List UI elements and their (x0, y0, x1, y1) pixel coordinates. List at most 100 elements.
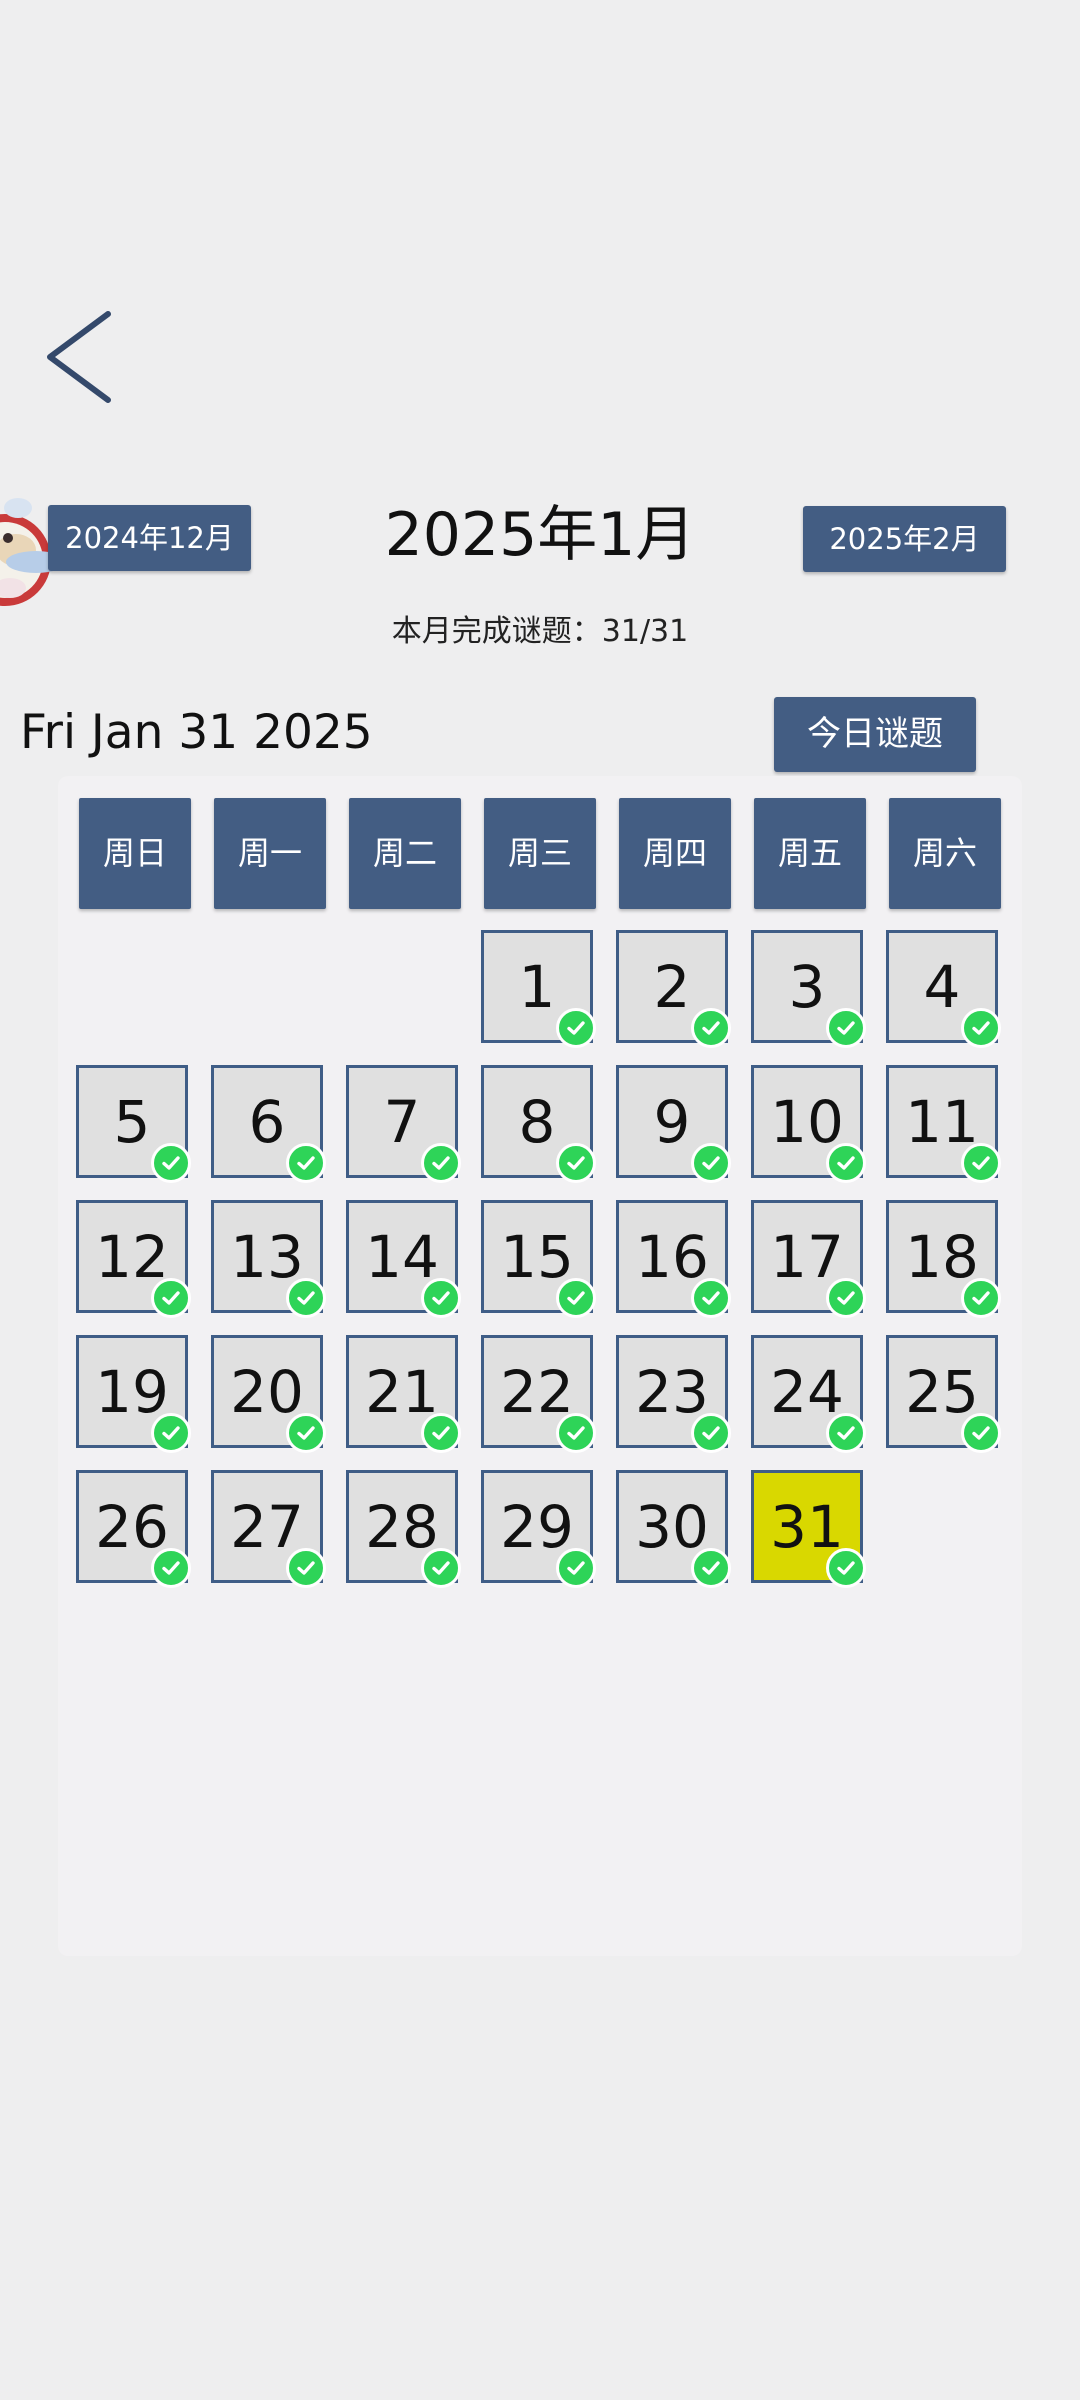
check-circle-icon (286, 1278, 326, 1318)
calendar-day-cell[interactable]: 20 (211, 1335, 326, 1453)
calendar-day-cell[interactable]: 15 (481, 1200, 596, 1318)
day-number: 28 (365, 1492, 439, 1561)
day-number: 22 (500, 1357, 574, 1426)
check-circle-icon (556, 1548, 596, 1588)
day-number: 20 (230, 1357, 304, 1426)
weekday-header-thu: 周四 (619, 798, 731, 909)
check-circle-icon (961, 1143, 1001, 1183)
day-number: 19 (95, 1357, 169, 1426)
calendar-day-cell[interactable]: 14 (346, 1200, 461, 1318)
calendar-day-cell[interactable]: 12 (76, 1200, 191, 1318)
calendar-day-cell[interactable]: 25 (886, 1335, 1001, 1453)
check-circle-icon (151, 1413, 191, 1453)
calendar-day-cell[interactable]: 22 (481, 1335, 596, 1453)
prev-month-button[interactable]: 2024年12月 (48, 505, 251, 571)
check-circle-icon (421, 1548, 461, 1588)
check-circle-icon (961, 1413, 1001, 1453)
calendar-day-cell[interactable]: 18 (886, 1200, 1001, 1318)
check-circle-icon (691, 1413, 731, 1453)
back-chevron-icon (47, 311, 111, 403)
check-circle-icon (286, 1413, 326, 1453)
next-month-button[interactable]: 2025年2月 (803, 506, 1006, 572)
day-number: 16 (635, 1222, 709, 1291)
check-circle-icon (151, 1143, 191, 1183)
calendar-day-cell[interactable]: 26 (76, 1470, 191, 1588)
day-number: 26 (95, 1492, 169, 1561)
day-number: 1 (518, 952, 556, 1021)
day-number: 6 (248, 1087, 286, 1156)
calendar-day-cell[interactable]: 11 (886, 1065, 1001, 1183)
check-circle-icon (691, 1008, 731, 1048)
check-circle-icon (961, 1278, 1001, 1318)
check-circle-icon (151, 1548, 191, 1588)
day-number: 30 (635, 1492, 709, 1561)
day-number: 21 (365, 1357, 439, 1426)
check-circle-icon (961, 1008, 1001, 1048)
weekday-header-fri: 周五 (754, 798, 866, 909)
weekday-header-sun: 周日 (79, 798, 191, 909)
day-number: 8 (518, 1087, 556, 1156)
calendar-day-cell[interactable]: 13 (211, 1200, 326, 1318)
calendar-day-cell[interactable]: 7 (346, 1065, 461, 1183)
day-number: 18 (905, 1222, 979, 1291)
day-number: 29 (500, 1492, 574, 1561)
calendar-day-cell[interactable]: 21 (346, 1335, 461, 1453)
check-circle-icon (826, 1278, 866, 1318)
day-number: 3 (788, 952, 826, 1021)
check-circle-icon (826, 1008, 866, 1048)
calendar-day-cell[interactable]: 2 (616, 930, 731, 1048)
check-circle-icon (151, 1278, 191, 1318)
today-puzzle-button[interactable]: 今日谜题 (774, 697, 976, 772)
weekday-header-tue: 周二 (349, 798, 461, 909)
calendar-day-cell[interactable]: 31 (751, 1470, 866, 1588)
calendar-day-cell[interactable]: 30 (616, 1470, 731, 1588)
day-number: 11 (905, 1087, 979, 1156)
check-circle-icon (556, 1278, 596, 1318)
month-title: 2025年1月 (384, 500, 696, 570)
day-number: 17 (770, 1222, 844, 1291)
check-circle-icon (421, 1278, 461, 1318)
weekday-header-wed: 周三 (484, 798, 596, 909)
calendar-day-cell[interactable]: 5 (76, 1065, 191, 1183)
calendar-day-cell[interactable]: 24 (751, 1335, 866, 1453)
day-number: 27 (230, 1492, 304, 1561)
check-circle-icon (826, 1413, 866, 1453)
day-number: 23 (635, 1357, 709, 1426)
calendar-day-cell[interactable]: 27 (211, 1470, 326, 1588)
calendar-day-cell[interactable]: 23 (616, 1335, 731, 1453)
calendar-day-cell[interactable]: 1 (481, 930, 596, 1048)
calendar-day-cell[interactable]: 16 (616, 1200, 731, 1318)
check-circle-icon (826, 1143, 866, 1183)
day-number: 31 (770, 1492, 844, 1561)
calendar-day-cell[interactable]: 4 (886, 930, 1001, 1048)
calendar-day-cell[interactable]: 8 (481, 1065, 596, 1183)
day-number: 25 (905, 1357, 979, 1426)
check-circle-icon (826, 1548, 866, 1588)
calendar-day-cell[interactable]: 3 (751, 930, 866, 1048)
weekday-header-mon: 周一 (214, 798, 326, 909)
day-number: 15 (500, 1222, 574, 1291)
check-circle-icon (691, 1278, 731, 1318)
calendar-day-cell[interactable]: 10 (751, 1065, 866, 1183)
day-number: 9 (653, 1087, 691, 1156)
day-number: 12 (95, 1222, 169, 1291)
calendar-day-cell[interactable]: 6 (211, 1065, 326, 1183)
day-number: 24 (770, 1357, 844, 1426)
check-circle-icon (421, 1143, 461, 1183)
day-number: 7 (383, 1087, 421, 1156)
day-number: 5 (113, 1087, 151, 1156)
calendar-day-cell[interactable]: 28 (346, 1470, 461, 1588)
calendar-day-cell[interactable]: 19 (76, 1335, 191, 1453)
check-circle-icon (556, 1413, 596, 1453)
check-circle-icon (691, 1548, 731, 1588)
day-number: 13 (230, 1222, 304, 1291)
calendar-day-cell[interactable]: 9 (616, 1065, 731, 1183)
back-button[interactable] (34, 300, 124, 410)
check-circle-icon (556, 1008, 596, 1048)
check-circle-icon (286, 1548, 326, 1588)
month-progress-text: 本月完成谜题：31/31 (391, 614, 689, 649)
day-number: 10 (770, 1087, 844, 1156)
day-number: 14 (365, 1222, 439, 1291)
calendar-day-cell[interactable]: 29 (481, 1470, 596, 1588)
calendar-day-cell[interactable]: 17 (751, 1200, 866, 1318)
